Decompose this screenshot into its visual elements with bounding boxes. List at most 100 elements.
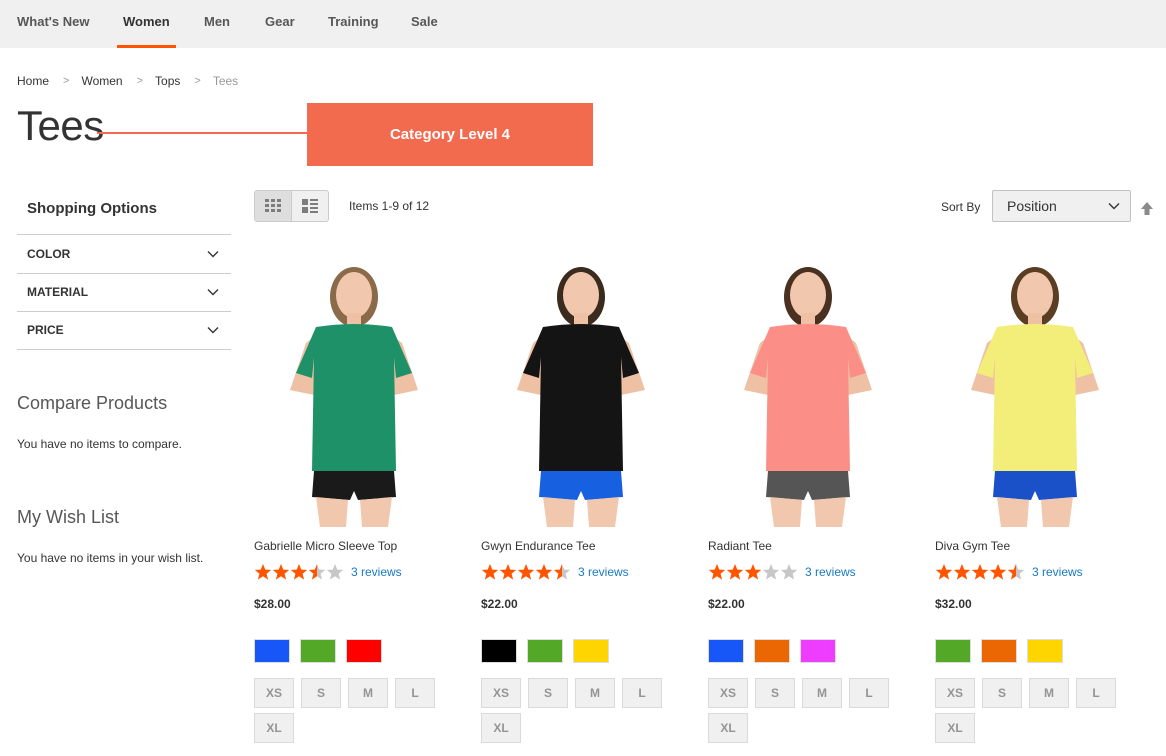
product-image[interactable] [708, 245, 908, 527]
size-option-xs[interactable]: XS [254, 678, 294, 708]
size-option-l[interactable]: L [622, 678, 662, 708]
size-option-xl[interactable]: XL [254, 713, 294, 743]
size-option-m[interactable]: M [802, 678, 842, 708]
product-name[interactable]: Gwyn Endurance Tee [481, 539, 596, 553]
product-rating: 3 reviews [935, 563, 1083, 581]
color-swatch[interactable] [300, 639, 336, 663]
color-swatches [254, 639, 392, 663]
filter-label: COLOR [27, 246, 71, 261]
size-options: XS S M L XL [935, 678, 1135, 748]
color-swatch[interactable] [800, 639, 836, 663]
nav-item-whats-new[interactable]: What's New [17, 0, 89, 48]
filter-material[interactable]: MATERIAL [17, 272, 231, 312]
product-price: $22.00 [708, 597, 745, 611]
size-option-l[interactable]: L [1076, 678, 1116, 708]
size-option-m[interactable]: M [1029, 678, 1069, 708]
star-icon [780, 564, 798, 580]
chevron-down-icon [207, 327, 219, 334]
color-swatch[interactable] [981, 639, 1017, 663]
breadcrumb-women[interactable]: Women [81, 74, 122, 88]
product-name[interactable]: Radiant Tee [708, 539, 772, 553]
size-option-s[interactable]: S [301, 678, 341, 708]
nav-item-sale[interactable]: Sale [411, 0, 438, 48]
color-swatch[interactable] [754, 639, 790, 663]
filter-price[interactable]: PRICE [17, 311, 231, 350]
product-name[interactable]: Diva Gym Tee [935, 539, 1010, 553]
color-swatch[interactable] [1027, 639, 1063, 663]
filter-label: PRICE [27, 323, 64, 338]
sidebar-filters: Shopping Options COLOR MATERIAL PRICE [17, 190, 231, 350]
color-swatches [708, 639, 846, 663]
grid-view-button[interactable] [255, 191, 292, 221]
reviews-link[interactable]: 3 reviews [578, 565, 629, 579]
reviews-link[interactable]: 3 reviews [805, 565, 856, 579]
compare-products-heading: Compare Products [17, 393, 168, 413]
star-icon [308, 564, 326, 580]
chevron-right-icon: > [194, 75, 201, 87]
product-price: $28.00 [254, 597, 291, 611]
size-option-xl[interactable]: XL [481, 713, 521, 743]
size-option-xs[interactable]: XS [708, 678, 748, 708]
product-image[interactable] [481, 245, 681, 527]
size-option-xs[interactable]: XS [935, 678, 975, 708]
size-option-m[interactable]: M [575, 678, 615, 708]
nav-item-training[interactable]: Training [328, 0, 379, 48]
list-icon [301, 199, 318, 213]
star-icon [744, 564, 762, 580]
chevron-down-icon [207, 289, 219, 296]
product-card: Diva Gym Tee 3 reviews $32.00 XS S M L XL [935, 245, 1155, 743]
color-swatch[interactable] [346, 639, 382, 663]
star-icon [535, 564, 553, 580]
sort-by-select[interactable]: Position [992, 190, 1131, 222]
color-swatch[interactable] [481, 639, 517, 663]
rating-stars [481, 563, 571, 581]
breadcrumb: Home > Women > Tops > Tees [17, 74, 238, 88]
product-name[interactable]: Gabrielle Micro Sleeve Top [254, 539, 397, 553]
star-icon [290, 564, 308, 580]
chevron-right-icon: > [63, 75, 70, 87]
reviews-link[interactable]: 3 reviews [1032, 565, 1083, 579]
star-icon [499, 564, 517, 580]
product-card: Radiant Tee 3 reviews $22.00 XS S M L XL [708, 245, 928, 743]
breadcrumb-tops[interactable]: Tops [155, 74, 180, 88]
nav-item-gear[interactable]: Gear [265, 0, 295, 48]
breadcrumb-home[interactable]: Home [17, 74, 49, 88]
product-image[interactable] [254, 245, 454, 527]
color-swatches [935, 639, 1073, 663]
nav-item-men[interactable]: Men [204, 0, 230, 48]
star-icon [935, 564, 953, 580]
sort-by-value: Position [1007, 198, 1057, 214]
list-view-button[interactable] [292, 191, 329, 221]
product-image[interactable] [935, 245, 1135, 527]
size-option-xs[interactable]: XS [481, 678, 521, 708]
page-title: Tees [17, 102, 104, 149]
top-navigation: What's New Women Men Gear Training Sale [0, 0, 1166, 48]
sort-direction-arrow-up-icon[interactable] [1139, 200, 1155, 216]
nav-item-women[interactable]: Women [117, 0, 176, 48]
shopping-options-title: Shopping Options [27, 200, 157, 217]
color-swatch[interactable] [573, 639, 609, 663]
size-option-l[interactable]: L [849, 678, 889, 708]
color-swatch[interactable] [708, 639, 744, 663]
color-swatch[interactable] [254, 639, 290, 663]
size-option-s[interactable]: S [982, 678, 1022, 708]
annotation-connector-line [97, 132, 308, 134]
product-price: $22.00 [481, 597, 518, 611]
rating-stars [254, 563, 344, 581]
reviews-link[interactable]: 3 reviews [351, 565, 402, 579]
size-option-xl[interactable]: XL [935, 713, 975, 743]
grid-icon [264, 199, 281, 212]
size-option-m[interactable]: M [348, 678, 388, 708]
size-options: XS S M L XL [254, 678, 454, 748]
size-option-s[interactable]: S [528, 678, 568, 708]
size-option-s[interactable]: S [755, 678, 795, 708]
sort-by-label: Sort By [941, 200, 981, 214]
size-option-l[interactable]: L [395, 678, 435, 708]
filter-color[interactable]: COLOR [17, 234, 231, 273]
size-option-xl[interactable]: XL [708, 713, 748, 743]
color-swatch[interactable] [527, 639, 563, 663]
compare-products-empty-text: You have no items to compare. [17, 437, 182, 451]
color-swatch[interactable] [935, 639, 971, 663]
view-mode-switcher [254, 190, 329, 222]
wish-list-empty-text: You have no items in your wish list. [17, 551, 204, 565]
